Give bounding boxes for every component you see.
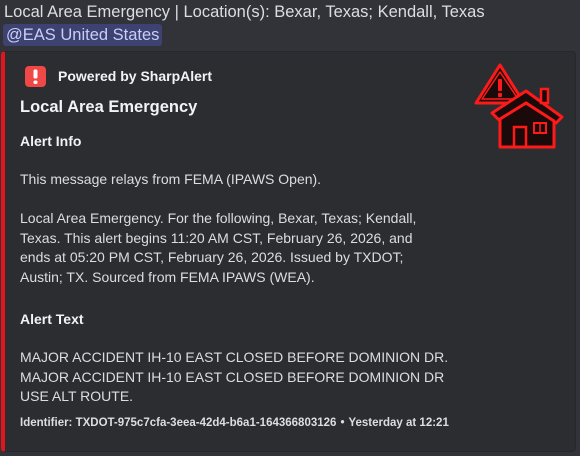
alert-info-line: This message relays from FEMA (IPAWS Ope… <box>20 171 322 187</box>
footer-timestamp[interactable]: Yesterday at 12:21 <box>348 417 448 429</box>
alert-text-heading: Alert Text <box>20 311 84 327</box>
alert-text-line: USE ALT ROUTE. <box>20 388 134 404</box>
alert-text-line: MAJOR ACCIDENT IH-10 EAST CLOSED BEFORE … <box>20 349 449 365</box>
alert-text-line: MAJOR ACCIDENT IH-10 EAST CLOSED BEFORE … <box>20 368 445 385</box>
alert-info-line: Texas. This alert begins 11:20 AM CST, F… <box>20 229 413 246</box>
alert-info-heading: Alert Info <box>20 133 82 149</box>
embed-footer: Identifier: TXDOT-975c7cfa-3eea-42d4-b6a… <box>20 417 449 429</box>
alert-info-line: Local Area Emergency. For the following,… <box>20 210 417 226</box>
embed-author: Powered by SharpAlert <box>25 65 212 87</box>
alert-info-line: ends at 05:20 PM CST, February 26, 2026.… <box>20 249 404 265</box>
alert-exclamation-icon <box>25 65 46 87</box>
message-text: Local Area Emergency | Location(s): Bexa… <box>4 3 485 21</box>
alert-info-line <box>20 190 416 210</box>
alert-text-body: MAJOR ACCIDENT IH-10 EAST CLOSED BEFORE … <box>20 348 448 407</box>
house-warning-icon <box>474 63 564 149</box>
embed-author-name[interactable]: Powered by SharpAlert <box>58 68 212 84</box>
footer-separator: • <box>340 417 345 429</box>
footer-identifier: Identifier: TXDOT-975c7cfa-3eea-42d4-b6a… <box>20 417 337 429</box>
embed-title: Local Area Emergency <box>20 98 198 116</box>
alert-info-text: This message relays from FEMA (IPAWS Ope… <box>20 170 416 287</box>
role-mention[interactable]: @EAS United States <box>3 24 163 46</box>
alert-embed: Powered by SharpAlert Local Area Emergen… <box>1 51 576 452</box>
alert-info-line: Austin; TX. Sourced from FEMA IPAWS (WEA… <box>20 268 315 285</box>
